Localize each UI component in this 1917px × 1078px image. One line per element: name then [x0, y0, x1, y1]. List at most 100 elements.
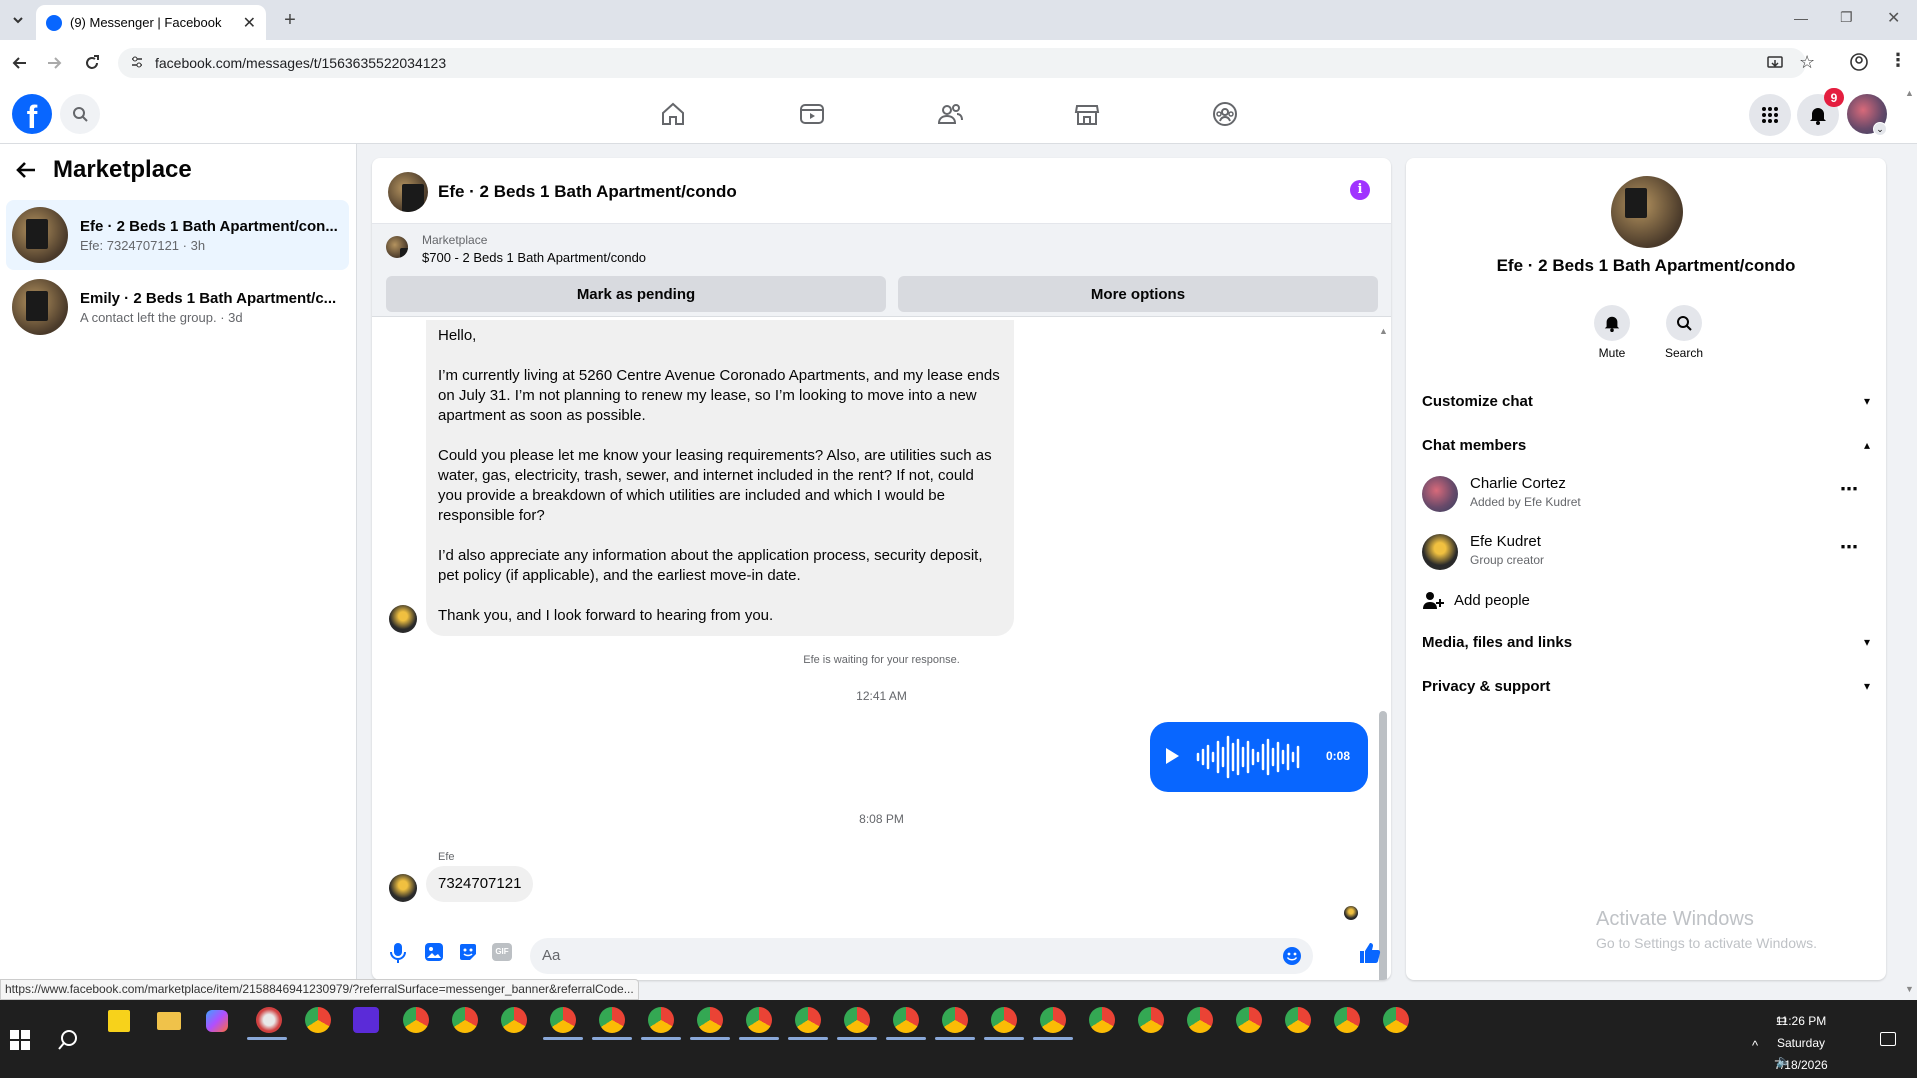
- privacy-support-section[interactable]: Privacy & support ▾: [1422, 668, 1870, 704]
- more-options-button[interactable]: More options: [898, 276, 1378, 312]
- chat-title[interactable]: Efe · 2 Beds 1 Bath Apartment/condo: [438, 182, 737, 202]
- chrome-profile-icon[interactable]: [1138, 1007, 1164, 1033]
- chrome-profile-icon[interactable]: [991, 1007, 1017, 1033]
- file-explorer-icon[interactable]: [157, 1012, 181, 1030]
- chrome-profile-icon[interactable]: [1040, 1007, 1066, 1033]
- member-row[interactable]: Charlie Cortez Added by Efe Kudret ⋯: [1422, 471, 1870, 521]
- site-settings-icon[interactable]: [130, 55, 144, 69]
- restore-window-icon[interactable]: ❐: [1840, 9, 1853, 26]
- facebook-logo-icon[interactable]: f: [12, 94, 52, 134]
- chrome-profile-icon[interactable]: [697, 1007, 723, 1033]
- network-icon[interactable]: ▭: [1776, 1012, 1787, 1026]
- app-icon[interactable]: [256, 1007, 282, 1033]
- show-hidden-icons-chevron-icon[interactable]: ^: [1752, 1038, 1758, 1053]
- chrome-profile-icon[interactable]: [1187, 1007, 1213, 1033]
- marketplace-icon[interactable]: [1073, 100, 1103, 130]
- emoji-icon[interactable]: [1282, 946, 1302, 966]
- chrome-profile-icon[interactable]: [452, 1007, 478, 1033]
- member-row[interactable]: Efe Kudret Group creator ⋯: [1422, 529, 1870, 579]
- chat-group-avatar[interactable]: [1611, 176, 1683, 248]
- tab-search-chevron-icon[interactable]: [4, 6, 32, 34]
- menu-grid-icon[interactable]: [1749, 94, 1791, 136]
- scroll-up-arrow-icon[interactable]: ▲: [1379, 326, 1388, 336]
- voice-message-bubble[interactable]: 0:08: [1150, 722, 1368, 792]
- home-icon[interactable]: [659, 100, 689, 130]
- browser-menu-icon[interactable]: ⋮: [1889, 50, 1907, 71]
- chrome-profile-icon[interactable]: [795, 1007, 821, 1033]
- add-people-button[interactable]: Add people: [1422, 586, 1530, 614]
- page-scroll-up-arrow-icon[interactable]: ▲: [1905, 88, 1914, 98]
- copilot-icon[interactable]: [206, 1010, 228, 1032]
- chrome-profile-icon[interactable]: [1383, 1007, 1409, 1033]
- chat-avatar[interactable]: [388, 172, 428, 212]
- video-icon[interactable]: [798, 100, 828, 130]
- chat-members-section[interactable]: Chat members ▴: [1422, 427, 1870, 463]
- member-avatar: [1422, 476, 1458, 512]
- conversation-item-emily[interactable]: Emily · 2 Beds 1 Bath Apartment/c... A c…: [6, 272, 349, 342]
- bookmark-star-icon[interactable]: ☆: [1799, 52, 1815, 73]
- windows-start-icon[interactable]: [10, 1030, 30, 1050]
- minimize-window-icon[interactable]: —: [1794, 10, 1808, 26]
- browser-tab-messenger[interactable]: (9) Messenger | Facebook ✕: [36, 5, 266, 40]
- chrome-profile-icon[interactable]: [403, 1007, 429, 1033]
- chrome-icon[interactable]: [305, 1007, 331, 1033]
- sender-avatar[interactable]: [389, 605, 417, 633]
- profile-icon[interactable]: [1849, 52, 1869, 72]
- search-in-chat-icon[interactable]: [1666, 305, 1702, 341]
- microphone-icon[interactable]: [388, 942, 408, 964]
- forward-arrow-icon[interactable]: [40, 49, 68, 77]
- chrome-profile-icon[interactable]: [942, 1007, 968, 1033]
- volume-icon[interactable]: 🔈: [1776, 1054, 1791, 1068]
- chrome-profile-icon[interactable]: [1285, 1007, 1311, 1033]
- member-more-icon[interactable]: ⋯: [1840, 537, 1858, 558]
- install-app-icon[interactable]: [1766, 54, 1784, 72]
- chrome-profile-icon[interactable]: [599, 1007, 625, 1033]
- photo-icon[interactable]: [424, 942, 444, 962]
- message-input[interactable]: Aa: [530, 938, 1313, 974]
- chrome-profile-icon[interactable]: [746, 1007, 772, 1033]
- message-scrollbar[interactable]: ▲ ▼: [1378, 326, 1388, 980]
- sender-avatar[interactable]: [389, 874, 417, 902]
- sticky-notes-icon[interactable]: [108, 1010, 130, 1032]
- incoming-message-bubble[interactable]: Hello, I’m currently living at 5260 Cent…: [426, 320, 1014, 636]
- media-files-links-section[interactable]: Media, files and links ▾: [1422, 624, 1870, 660]
- url-bar[interactable]: facebook.com/messages/t/1563635522034123: [118, 48, 1806, 78]
- mark-as-pending-button[interactable]: Mark as pending: [386, 276, 886, 312]
- chrome-profile-icon[interactable]: [1089, 1007, 1115, 1033]
- sticker-icon[interactable]: [458, 942, 478, 962]
- member-more-icon[interactable]: ⋯: [1840, 479, 1858, 500]
- friends-icon[interactable]: [936, 100, 966, 130]
- chrome-profile-icon[interactable]: [648, 1007, 674, 1033]
- chrome-profile-icon[interactable]: [1334, 1007, 1360, 1033]
- mute-bell-icon[interactable]: [1594, 305, 1630, 341]
- reload-icon[interactable]: [78, 49, 106, 77]
- chrome-profile-icon[interactable]: [501, 1007, 527, 1033]
- search-icon[interactable]: [60, 94, 100, 134]
- banner-listing-link[interactable]: $700 - 2 Beds 1 Bath Apartment/condo: [422, 250, 646, 265]
- customize-chat-section[interactable]: Customize chat ▾: [1422, 383, 1870, 419]
- facebook-favicon-icon: [46, 14, 62, 31]
- tab-close-icon[interactable]: ✕: [243, 13, 256, 33]
- chrome-profile-icon[interactable]: [893, 1007, 919, 1033]
- info-icon[interactable]: i: [1350, 180, 1370, 200]
- conversation-item-efe[interactable]: Efe · 2 Beds 1 Bath Apartment/con... Efe…: [6, 200, 349, 270]
- chrome-profile-icon[interactable]: [1236, 1007, 1262, 1033]
- app-purple-icon[interactable]: [353, 1007, 379, 1033]
- active-app-indicator: [984, 1037, 1024, 1040]
- scrollbar-thumb[interactable]: [1379, 711, 1387, 980]
- like-thumbs-up-icon[interactable]: [1358, 941, 1382, 965]
- page-scroll-down-arrow-icon[interactable]: ▼: [1905, 984, 1914, 994]
- account-chevron-down-icon[interactable]: ⌄: [1873, 122, 1887, 136]
- new-tab-plus-icon[interactable]: +: [276, 6, 304, 34]
- close-window-icon[interactable]: ✕: [1887, 8, 1900, 28]
- chrome-profile-icon[interactable]: [550, 1007, 576, 1033]
- back-arrow-icon[interactable]: [14, 158, 38, 182]
- back-arrow-icon[interactable]: [6, 49, 34, 77]
- incoming-message-bubble[interactable]: 7324707121: [426, 866, 534, 902]
- taskbar-search-icon[interactable]: [57, 1029, 79, 1051]
- chrome-profile-icon[interactable]: [844, 1007, 870, 1033]
- notification-center-icon[interactable]: [1880, 1032, 1896, 1046]
- play-icon[interactable]: [1164, 747, 1180, 765]
- gif-icon[interactable]: GIF: [492, 943, 512, 961]
- groups-icon[interactable]: [1211, 100, 1241, 130]
